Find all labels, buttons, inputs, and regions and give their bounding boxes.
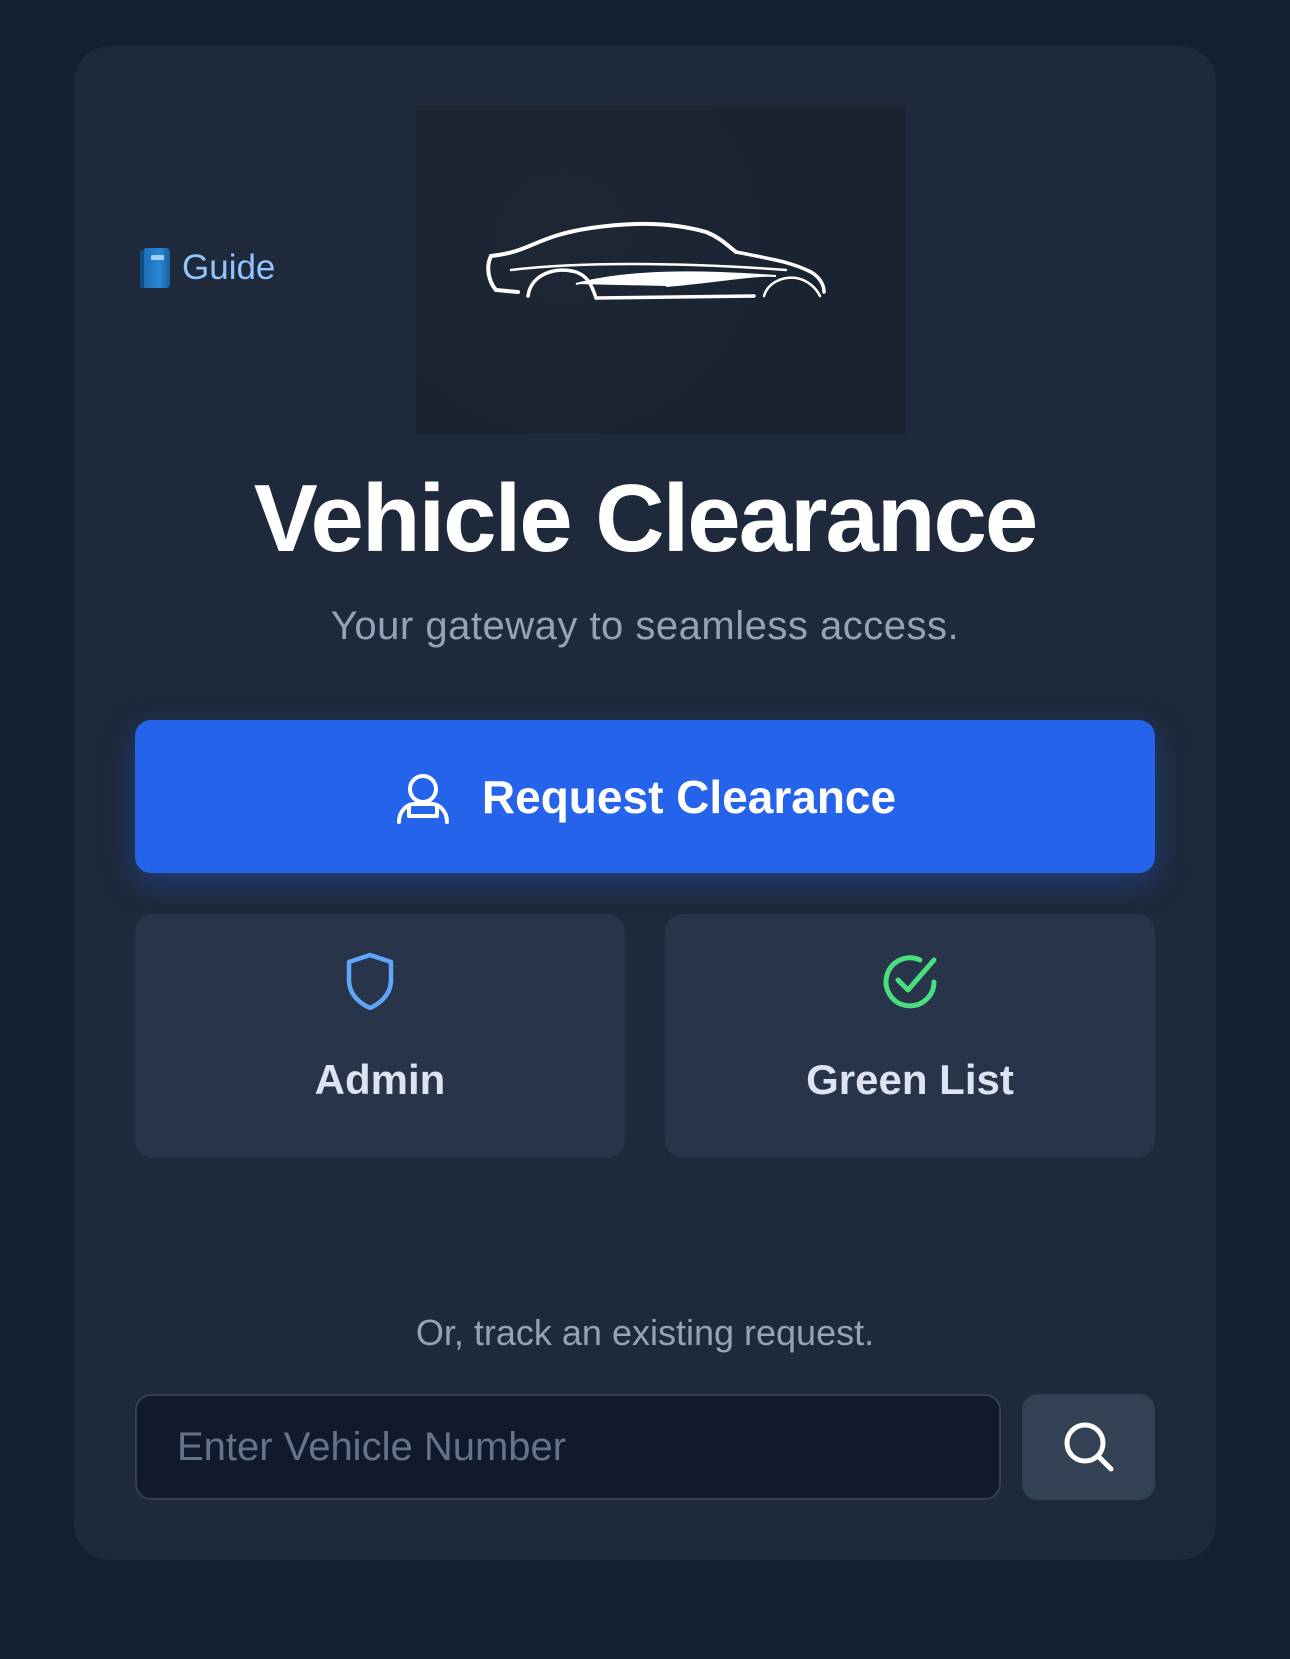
page-subtitle: Your gateway to seamless access. (330, 604, 960, 648)
user-icon (396, 773, 449, 824)
guide-link[interactable]: Guide (140, 248, 275, 288)
book-icon (140, 248, 170, 288)
green-list-tile[interactable]: Green List (665, 914, 1155, 1158)
shield-icon (346, 952, 394, 1010)
check-circle-icon (883, 955, 937, 1009)
hero-image (416, 106, 906, 434)
track-request-label: Or, track an existing request. (415, 1312, 875, 1353)
search-icon (1064, 1422, 1113, 1472)
admin-tile[interactable]: Admin (135, 914, 625, 1158)
request-clearance-button[interactable]: Request Clearance (135, 720, 1155, 873)
main-card: Guide Vehicle Clearance Your gateway to … (74, 46, 1216, 1560)
green-list-label: Green List (806, 1056, 1014, 1103)
vehicle-number-input[interactable] (135, 1394, 1001, 1500)
car-silhouette-icon (486, 221, 826, 300)
page-title: Vehicle Clearance (253, 465, 1039, 572)
admin-label: Admin (314, 1056, 446, 1103)
search-button[interactable] (1022, 1394, 1155, 1500)
guide-label: Guide (182, 248, 276, 287)
request-clearance-label: Request Clearance (481, 770, 897, 823)
